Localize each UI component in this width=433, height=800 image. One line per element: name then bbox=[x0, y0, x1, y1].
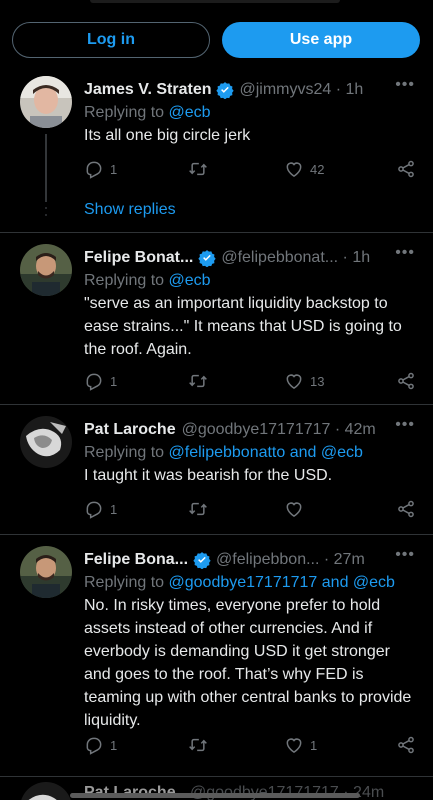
tweet-header: Felipe Bonat... @felipebbonat... · 1h bbox=[84, 246, 404, 270]
author-name[interactable]: James V. Straten bbox=[84, 81, 211, 99]
avatar[interactable] bbox=[20, 782, 72, 800]
replying-to: Replying to @goodbye17171717 and @ecb bbox=[84, 574, 395, 592]
like-count: 1 bbox=[310, 737, 318, 753]
avatar[interactable] bbox=[20, 546, 72, 598]
tweet-text: "serve as an important liquidity backsto… bbox=[84, 295, 402, 358]
heart-icon bbox=[286, 502, 302, 517]
verified-badge-icon bbox=[198, 250, 216, 267]
retweet-button[interactable] bbox=[188, 159, 214, 179]
like-button[interactable] bbox=[284, 499, 310, 519]
tweet-actions: 1 42 bbox=[84, 159, 419, 181]
author-name[interactable]: Felipe Bona... bbox=[84, 551, 188, 569]
heart-icon bbox=[286, 738, 302, 753]
share-button[interactable] bbox=[396, 499, 416, 519]
retweet-icon bbox=[189, 374, 207, 388]
reply-count: 1 bbox=[110, 373, 118, 389]
reply-button[interactable]: 1 bbox=[84, 499, 117, 519]
thread-line bbox=[45, 134, 47, 202]
use-app-button[interactable]: Use app bbox=[222, 22, 420, 58]
reply-count: 1 bbox=[110, 737, 118, 753]
heart-icon bbox=[286, 162, 302, 177]
reply-icon bbox=[86, 501, 102, 519]
replying-to: Replying to @felipebbonatto and @ecb bbox=[84, 444, 363, 462]
retweet-icon bbox=[189, 502, 207, 516]
reply-icon bbox=[86, 737, 102, 755]
retweet-icon bbox=[189, 738, 207, 752]
replying-prefix: Replying to bbox=[84, 444, 169, 461]
tweet-actions: 1 1 bbox=[84, 735, 419, 757]
avatar[interactable] bbox=[20, 244, 72, 296]
tweet-text: Its all one big circle jerk bbox=[84, 127, 251, 144]
reply-icon bbox=[86, 373, 102, 391]
replying-to: Replying to @ecb bbox=[84, 104, 211, 122]
tweet-2[interactable]: Felipe Bonat... @felipebbonat... · 1h ••… bbox=[0, 240, 433, 398]
replying-to-link[interactable]: @felipebbonatto and @ecb bbox=[169, 444, 363, 461]
more-options-icon[interactable]: ••• bbox=[395, 416, 415, 434]
thread-dots bbox=[44, 200, 48, 222]
avatar[interactable] bbox=[20, 76, 72, 128]
like-button[interactable]: 1 bbox=[284, 735, 317, 755]
author-handle[interactable]: @felipebbon... · 27m bbox=[216, 551, 365, 569]
tweet-header: Pat Laroche @goodbye17171717 · 42m bbox=[84, 418, 404, 442]
replying-to-link[interactable]: @ecb bbox=[169, 104, 211, 121]
retweet-button[interactable] bbox=[188, 735, 214, 755]
share-icon bbox=[398, 736, 414, 754]
home-indicator[interactable] bbox=[70, 793, 360, 798]
retweet-button[interactable] bbox=[188, 499, 214, 519]
author-handle[interactable]: @goodbye17171717 · 42m bbox=[182, 421, 376, 439]
like-button[interactable]: 13 bbox=[284, 371, 324, 391]
tweet-text: No. In risky times, everyone prefer to h… bbox=[84, 597, 412, 729]
replying-prefix: Replying to bbox=[84, 272, 169, 289]
heart-icon bbox=[286, 374, 302, 389]
top-strip bbox=[90, 0, 340, 3]
replying-to-link[interactable]: @ecb bbox=[169, 272, 211, 289]
share-icon bbox=[398, 372, 414, 390]
tweet-actions: 1 bbox=[84, 499, 419, 521]
author-handle[interactable]: @felipebbonat... · 1h bbox=[221, 249, 370, 267]
like-count: 42 bbox=[310, 161, 325, 177]
divider bbox=[0, 232, 433, 233]
tweet-actions: 1 13 bbox=[84, 371, 419, 393]
replying-to: Replying to @ecb bbox=[84, 272, 211, 290]
tweet-1[interactable]: James V. Straten @jimmyvs24 · 1h ••• Rep… bbox=[0, 72, 433, 202]
auth-bar: Log in Use app bbox=[0, 22, 433, 66]
login-button[interactable]: Log in bbox=[12, 22, 210, 58]
reply-icon bbox=[86, 161, 102, 179]
avatar[interactable] bbox=[20, 416, 72, 468]
tweet-3[interactable]: Pat Laroche @goodbye17171717 · 42m ••• R… bbox=[0, 412, 433, 528]
tweet-header: Felipe Bona... @felipebbon... · 27m bbox=[84, 548, 404, 572]
divider bbox=[0, 404, 433, 405]
divider bbox=[0, 776, 433, 777]
replying-prefix: Replying to bbox=[84, 574, 169, 591]
replying-prefix: Replying to bbox=[84, 104, 169, 121]
share-icon bbox=[398, 500, 414, 518]
more-options-icon[interactable]: ••• bbox=[395, 76, 415, 94]
replying-to-link[interactable]: @goodbye17171717 and @ecb bbox=[169, 574, 395, 591]
divider bbox=[0, 534, 433, 535]
tweet-text: I taught it was bearish for the USD. bbox=[84, 467, 333, 484]
show-replies-link[interactable]: Show replies bbox=[84, 201, 176, 219]
more-options-icon[interactable]: ••• bbox=[395, 244, 415, 262]
author-name[interactable]: Felipe Bonat... bbox=[84, 249, 193, 267]
tweet-4[interactable]: Felipe Bona... @felipebbon... · 27m ••• … bbox=[0, 542, 433, 770]
tweet-header: James V. Straten @jimmyvs24 · 1h bbox=[84, 78, 404, 102]
more-options-icon[interactable]: ••• bbox=[395, 546, 415, 564]
verified-badge-icon bbox=[216, 82, 235, 99]
author-name[interactable]: Pat Laroche bbox=[84, 421, 176, 439]
reply-button[interactable]: 1 bbox=[84, 735, 117, 755]
reply-button[interactable]: 1 bbox=[84, 371, 117, 391]
share-button[interactable] bbox=[396, 735, 416, 755]
retweet-icon bbox=[189, 162, 207, 176]
author-handle[interactable]: @jimmyvs24 · 1h bbox=[239, 81, 363, 99]
reply-count: 1 bbox=[110, 501, 118, 517]
share-button[interactable] bbox=[396, 371, 416, 391]
share-button[interactable] bbox=[396, 159, 416, 179]
reply-button[interactable]: 1 bbox=[84, 159, 117, 179]
verified-badge-icon bbox=[193, 552, 211, 569]
retweet-button[interactable] bbox=[188, 371, 214, 391]
share-icon bbox=[398, 160, 414, 178]
like-button[interactable]: 42 bbox=[284, 159, 324, 179]
reply-count: 1 bbox=[110, 161, 118, 177]
like-count: 13 bbox=[310, 373, 325, 389]
